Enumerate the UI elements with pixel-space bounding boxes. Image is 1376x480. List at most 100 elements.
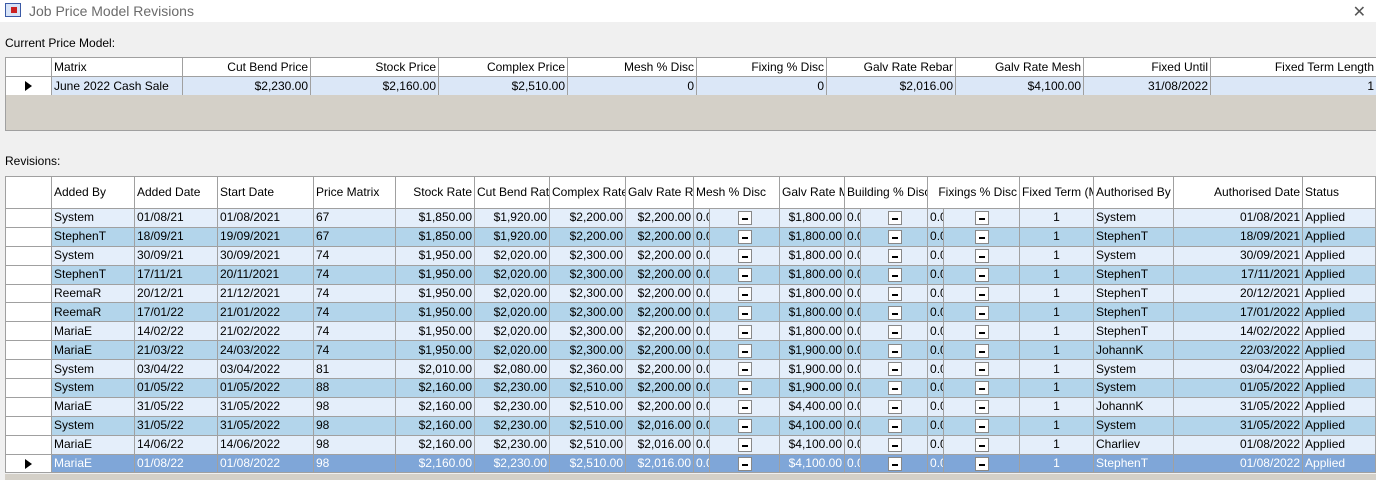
revision-cell[interactable]: $1,950.00 [395, 321, 475, 342]
revision-cell[interactable]: Applied [1302, 208, 1376, 228]
row-selector[interactable] [5, 378, 52, 398]
discount-dropdown[interactable] [943, 453, 1021, 474]
discount-dropdown[interactable] [860, 283, 929, 304]
revision-cell[interactable]: 0.00 % [693, 245, 710, 266]
column-header[interactable]: Fixing % Disc [696, 57, 827, 77]
discount-dropdown[interactable] [708, 226, 781, 247]
table-row[interactable]: System 30/09/21 30/09/2021 74 $1,950.00 $2,02… [5, 245, 1376, 266]
table-row[interactable]: System 31/05/22 31/05/2022 98 $2,160.00 $2,23… [5, 415, 1376, 436]
current-cell[interactable]: $2,510.00 [438, 76, 568, 96]
revision-cell[interactable]: MariaE [51, 396, 135, 417]
revision-cell[interactable]: 0.00 % [927, 245, 945, 266]
discount-dropdown[interactable] [708, 283, 781, 304]
current-cell[interactable]: 31/08/2022 [1083, 76, 1211, 96]
revision-cell[interactable]: Applied [1302, 378, 1376, 398]
revision-cell[interactable]: 1 [1019, 226, 1095, 247]
revision-cell[interactable]: System [51, 378, 135, 398]
revision-cell[interactable]: $2,200.00 [625, 226, 694, 247]
chevron-down-icon[interactable] [738, 230, 752, 245]
table-row[interactable]: MariaE 14/02/22 21/02/2022 74 $1,950.00 $2,02… [5, 321, 1376, 342]
revision-cell[interactable]: 21/02/2022 [217, 321, 314, 342]
column-header[interactable]: Cut Bend Price [182, 57, 311, 77]
revision-cell[interactable]: 1 [1019, 340, 1095, 361]
discount-dropdown[interactable] [860, 340, 929, 361]
row-selector[interactable] [5, 453, 52, 474]
revision-cell[interactable]: StephenT [1093, 226, 1175, 247]
revision-cell[interactable]: Applied [1302, 453, 1376, 474]
chevron-down-icon[interactable] [975, 249, 990, 264]
revision-cell[interactable]: 01/08/2021 [217, 208, 314, 228]
discount-dropdown[interactable] [708, 321, 781, 342]
revision-cell[interactable]: 0.00 % [693, 378, 710, 398]
chevron-down-icon[interactable] [738, 381, 752, 396]
revision-cell[interactable]: 0.00 % [844, 415, 862, 436]
table-row[interactable]: System 01/05/22 01/05/2022 88 $2,160.00 $2,23… [5, 378, 1376, 398]
revision-cell[interactable]: System [1093, 245, 1175, 266]
revision-cell[interactable]: 88 [313, 378, 396, 398]
revision-cell[interactable]: Applied [1302, 321, 1376, 342]
revision-cell[interactable]: $1,950.00 [395, 302, 475, 323]
column-header[interactable]: Complex Rate [549, 176, 626, 209]
discount-dropdown[interactable] [860, 302, 929, 323]
discount-dropdown[interactable] [708, 208, 781, 228]
column-header[interactable]: Galv Rate Rebar [826, 57, 956, 77]
column-header[interactable]: Galv Rate Mesh [779, 176, 846, 209]
revision-cell[interactable]: System [1093, 378, 1175, 398]
revision-cell[interactable]: 21/01/2022 [217, 302, 314, 323]
revision-cell[interactable]: $2,080.00 [474, 359, 550, 380]
revision-cell[interactable]: 0.00 % [693, 415, 710, 436]
revision-cell[interactable]: 01/05/22 [134, 378, 218, 398]
revision-cell[interactable]: $2,016.00 [625, 434, 694, 455]
revision-cell[interactable]: $2,300.00 [549, 321, 626, 342]
revision-cell[interactable]: 1 [1019, 245, 1095, 266]
chevron-down-icon[interactable] [887, 362, 902, 377]
column-header[interactable]: Fixed Term (Months) [1019, 176, 1095, 209]
chevron-down-icon[interactable] [975, 381, 990, 396]
revision-cell[interactable]: $2,230.00 [474, 415, 550, 436]
revision-cell[interactable]: 03/04/22 [134, 359, 218, 380]
revision-cell[interactable]: $1,900.00 [779, 340, 846, 361]
revision-cell[interactable]: 0.00 % [927, 226, 945, 247]
revision-cell[interactable]: $2,200.00 [625, 302, 694, 323]
revision-cell[interactable]: $1,800.00 [779, 226, 846, 247]
row-selector[interactable] [5, 396, 52, 417]
row-selector[interactable] [5, 283, 52, 304]
chevron-down-icon[interactable] [887, 267, 902, 282]
chevron-down-icon[interactable] [975, 400, 990, 415]
revision-cell[interactable]: System [1093, 359, 1175, 380]
revision-cell[interactable]: 74 [313, 283, 396, 304]
revision-cell[interactable]: $2,200.00 [625, 245, 694, 266]
chevron-down-icon[interactable] [738, 249, 752, 264]
revision-cell[interactable]: MariaE [51, 340, 135, 361]
revision-cell[interactable]: $2,020.00 [474, 340, 550, 361]
chevron-down-icon[interactable] [738, 343, 752, 358]
revision-cell[interactable]: 0.00 % [693, 208, 710, 228]
revision-cell[interactable]: 98 [313, 415, 396, 436]
revision-cell[interactable]: 21/03/22 [134, 340, 218, 361]
revision-cell[interactable]: 0.00 % [844, 283, 862, 304]
table-row[interactable]: System 01/08/21 01/08/2021 67 $1,850.00 $1,92… [5, 208, 1376, 228]
revision-cell[interactable]: System [51, 415, 135, 436]
revision-cell[interactable]: $1,800.00 [779, 264, 846, 285]
row-selector[interactable] [5, 76, 52, 96]
revision-cell[interactable]: MariaE [51, 453, 135, 474]
revision-cell[interactable]: 0.00 % [693, 396, 710, 417]
revision-cell[interactable]: $1,850.00 [395, 226, 475, 247]
revision-cell[interactable]: $1,920.00 [474, 226, 550, 247]
revision-cell[interactable]: Applied [1302, 415, 1376, 436]
table-row[interactable]: StephenT 17/11/21 20/11/2021 74 $1,950.00 $2,… [5, 264, 1376, 285]
revision-cell[interactable]: 1 [1019, 453, 1095, 474]
table-row[interactable]: MariaE 01/08/22 01/08/2022 98 $2,160.00 $2,23… [5, 453, 1376, 474]
revision-cell[interactable]: $2,200.00 [625, 378, 694, 398]
revision-cell[interactable]: 74 [313, 340, 396, 361]
chevron-down-icon[interactable] [975, 267, 990, 282]
revision-cell[interactable]: ReemaR [51, 283, 135, 304]
discount-dropdown[interactable] [943, 359, 1021, 380]
column-header[interactable]: Stock Rate [395, 176, 475, 209]
revision-cell[interactable]: 0.00 % [927, 453, 945, 474]
discount-dropdown[interactable] [708, 453, 781, 474]
table-row[interactable]: MariaE 21/03/22 24/03/2022 74 $1,950.00 $2,02… [5, 340, 1376, 361]
table-row[interactable]: System 03/04/22 03/04/2022 81 $2,010.00 $2,08… [5, 359, 1376, 380]
revision-cell[interactable]: 67 [313, 226, 396, 247]
revision-cell[interactable]: 03/04/2022 [1173, 359, 1304, 380]
